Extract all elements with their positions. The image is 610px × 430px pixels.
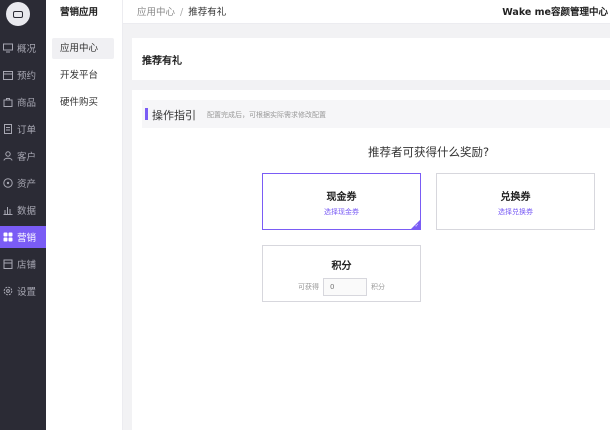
sidebar-item-assets[interactable]: 资产	[0, 172, 46, 194]
breadcrumb-current: 推荐有礼	[188, 7, 227, 18]
points-input[interactable]	[323, 278, 367, 296]
submenu-item-dev-platform[interactable]: 开发平台	[52, 65, 114, 86]
option-name: 兑换券	[500, 192, 531, 203]
guide-accent-bar	[145, 108, 148, 120]
sidebar-item-label: 资产	[17, 179, 37, 190]
page-title: 推荐有礼	[142, 56, 182, 67]
cash-coupon-option[interactable]: 现金券 选择现金券 ✓	[262, 173, 421, 230]
check-icon: ✓	[414, 223, 419, 229]
guide-tip: 配置完成后，可根据实际需求修改配置	[207, 111, 326, 119]
main-sidebar: 概况 预约 商品 订单 客户 资产 数据 营销 店铺 设置	[0, 0, 46, 430]
exchange-coupon-option[interactable]: 兑换券 选择兑换券	[436, 173, 595, 230]
guide-title: 操作指引	[152, 109, 196, 122]
sidebar-item-customers[interactable]: 客户	[0, 145, 46, 167]
points-option[interactable]: 积分 可获得 积分	[262, 245, 421, 302]
points-prefix: 可获得	[298, 283, 319, 291]
sidebar-item-label: 店铺	[17, 260, 37, 271]
submenu-item-hardware[interactable]: 硬件购买	[52, 92, 114, 113]
sidebar-item-label: 营销	[17, 233, 37, 244]
points-row: 可获得 积分	[263, 278, 420, 296]
sidebar-item-label: 设置	[17, 287, 37, 298]
sidebar-item-label: 数据	[17, 206, 37, 217]
submenu-item-app-center[interactable]: 应用中心	[52, 38, 114, 59]
sidebar-item-data[interactable]: 数据	[0, 199, 46, 221]
sidebar-item-label: 客户	[17, 152, 37, 163]
breadcrumb-separator: /	[180, 7, 184, 18]
grid-icon	[2, 232, 13, 243]
user-icon	[2, 151, 13, 162]
option-name: 积分	[331, 261, 352, 272]
submenu-title: 营销应用	[60, 7, 99, 18]
config-card: 操作指引 配置完成后，可根据实际需求修改配置 推荐者可获得什么奖励? 现金券 选…	[132, 90, 610, 430]
breadcrumb: 应用中心 / 推荐有礼	[137, 4, 226, 18]
select-cash-coupon-link[interactable]: 选择现金券	[263, 207, 420, 217]
option-name: 现金券	[326, 192, 357, 203]
bag-icon	[2, 97, 13, 108]
store-icon	[2, 259, 13, 270]
store-name[interactable]: Wake me容颜管理中心	[502, 4, 608, 18]
sidebar-item-label: 商品	[17, 98, 37, 109]
sidebar-item-overview[interactable]: 概况	[0, 37, 46, 59]
page-title-card: 推荐有礼	[132, 38, 610, 80]
coin-icon	[2, 178, 13, 189]
points-suffix: 积分	[371, 283, 385, 291]
monitor-icon	[2, 43, 13, 54]
sidebar-item-label: 订单	[17, 125, 37, 136]
sidebar-item-marketing[interactable]: 营销	[0, 226, 46, 248]
sidebar-item-settings[interactable]: 设置	[0, 280, 46, 302]
select-exchange-coupon-link[interactable]: 选择兑换券	[437, 207, 594, 217]
sidebar-item-booking[interactable]: 预约	[0, 64, 46, 86]
document-icon	[2, 124, 13, 135]
reward-question: 推荐者可获得什么奖励?	[368, 145, 490, 159]
top-bar: 应用中心 / 推荐有礼 Wake me容颜管理中心	[123, 0, 610, 24]
gear-icon	[2, 286, 13, 297]
sidebar-item-store[interactable]: 店铺	[0, 253, 46, 275]
calendar-icon	[2, 70, 13, 81]
guide-header: 操作指引 配置完成后，可根据实际需求修改配置	[142, 100, 610, 128]
breadcrumb-parent-link[interactable]: 应用中心	[137, 7, 175, 18]
sidebar-item-label: 预约	[17, 71, 37, 82]
sub-menu: 营销应用 应用中心 开发平台 硬件购买	[46, 0, 123, 430]
sidebar-item-goods[interactable]: 商品	[0, 91, 46, 113]
bar-chart-icon	[2, 205, 13, 216]
app-logo[interactable]	[6, 2, 30, 26]
sidebar-item-orders[interactable]: 订单	[0, 118, 46, 140]
sidebar-item-label: 概况	[17, 44, 37, 55]
